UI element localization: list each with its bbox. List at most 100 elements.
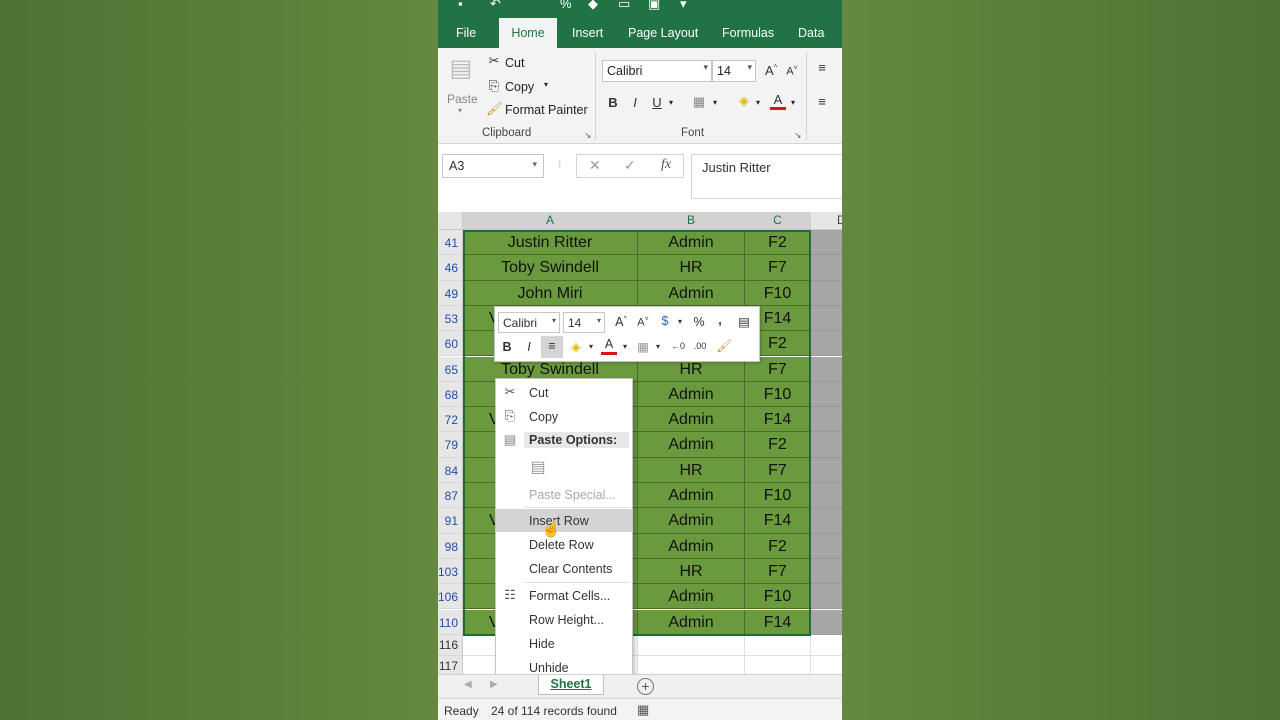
align-top-icon[interactable]: ≡	[814, 60, 830, 75]
menu-item-row-height[interactable]: Row Height...	[496, 608, 632, 631]
save-icon[interactable]: ▪	[458, 0, 463, 11]
cell-floor[interactable]	[745, 634, 811, 656]
cell-floor[interactable]: F7	[745, 558, 811, 585]
paste-icon[interactable]: ▤	[448, 54, 474, 86]
cell-floor[interactable]: F7	[745, 255, 811, 281]
insert-function-icon[interactable]: fx	[661, 157, 671, 173]
cell-d[interactable]	[811, 584, 842, 610]
copy-button[interactable]: Copy	[505, 80, 534, 94]
format-painter-button[interactable]: Format Painter	[505, 103, 588, 117]
mini-center-align-icon[interactable]: ≡	[541, 336, 563, 358]
paste-dropdown-icon[interactable]: ▾	[458, 106, 462, 115]
mini-fill-dropdown-icon[interactable]: ▾	[587, 342, 595, 351]
menu-item-clear-contents[interactable]: Clear Contents	[496, 557, 632, 580]
mini-font-select[interactable]: Calibri ▾	[498, 312, 560, 333]
bold-button[interactable]: B	[606, 95, 620, 110]
cell-name[interactable]: Toby Swindell	[463, 255, 638, 281]
mini-font-color-dropdown-icon[interactable]: ▾	[621, 342, 629, 351]
row-number[interactable]: 87	[438, 483, 463, 509]
cell-floor[interactable]: F14	[745, 609, 811, 635]
table-row[interactable]: 49 John Miri Admin F10	[438, 280, 842, 306]
align-left-icon[interactable]: ≡	[814, 94, 830, 109]
column-header-b[interactable]: B	[638, 212, 745, 230]
row-number[interactable]: 49	[438, 280, 463, 306]
row-number[interactable]: 106	[438, 584, 463, 610]
mini-size-select[interactable]: 14 ▾	[563, 312, 605, 333]
tab-formulas[interactable]: Formulas	[712, 18, 784, 48]
mini-borders-dropdown-icon[interactable]: ▾	[654, 342, 662, 351]
cell-department[interactable]	[638, 634, 745, 656]
macro-record-icon[interactable]: ▦	[637, 702, 649, 718]
cell-d[interactable]	[811, 381, 842, 408]
cell-department[interactable]: Admin	[638, 280, 745, 306]
cell-floor[interactable]: F10	[745, 584, 811, 610]
row-number[interactable]: 110	[438, 609, 463, 635]
font-color-icon[interactable]: A	[770, 93, 786, 110]
enter-entry-icon[interactable]: ✓	[624, 157, 636, 174]
cell-d[interactable]	[811, 280, 842, 306]
row-number[interactable]: 79	[438, 432, 463, 458]
tag-icon[interactable]: ◆	[588, 0, 598, 12]
add-sheet-icon[interactable]: +	[637, 678, 654, 695]
row-number[interactable]: 60	[438, 331, 463, 357]
cell-d[interactable]	[811, 634, 842, 656]
paste-button[interactable]: Paste	[447, 92, 478, 106]
fill-color-dropdown-icon[interactable]: ▾	[756, 98, 760, 107]
cell-floor[interactable]: F2	[745, 230, 811, 256]
tab-home[interactable]: Home	[499, 18, 557, 48]
menu-item-delete-row[interactable]: Delete Row	[496, 533, 632, 556]
cell-d[interactable]	[811, 432, 842, 458]
cell-floor[interactable]: F14	[745, 407, 811, 433]
cell-d[interactable]	[811, 508, 842, 534]
cell-floor[interactable]: F2	[745, 432, 811, 458]
row-number[interactable]: 91	[438, 508, 463, 534]
mini-percent-button[interactable]: %	[691, 315, 707, 329]
tab-page-layout[interactable]: Page Layout	[618, 18, 708, 48]
customize-dropdown-icon[interactable]: ▾	[680, 0, 687, 12]
cancel-entry-icon[interactable]: ✕	[589, 157, 601, 174]
cell-d[interactable]	[811, 533, 842, 559]
column-header-a[interactable]: A	[463, 212, 638, 230]
font-family-select[interactable]: Calibri ▾	[602, 60, 712, 82]
preview-icon[interactable]: ▣	[648, 0, 660, 12]
sheet-next-icon[interactable]: ▶	[490, 679, 498, 690]
font-size-select[interactable]: 14 ▾	[712, 60, 756, 82]
name-box[interactable]: A3 ▾	[442, 154, 544, 178]
cell-d[interactable]	[811, 305, 842, 332]
cell-name[interactable]: Justin Ritter	[463, 230, 638, 256]
cell-department[interactable]: Admin	[638, 584, 745, 610]
cell-department[interactable]: Admin	[638, 381, 745, 408]
row-number[interactable]: 98	[438, 533, 463, 559]
cell-department[interactable]: Admin	[638, 508, 745, 534]
cell-d[interactable]	[811, 356, 842, 382]
font-launcher-icon[interactable]: ↘	[794, 130, 802, 141]
mini-font-color-icon[interactable]: A	[601, 337, 617, 355]
sheet-prev-icon[interactable]: ◀	[464, 679, 472, 690]
cell-department[interactable]: HR	[638, 457, 745, 483]
percent-icon[interactable]: %	[560, 0, 572, 11]
row-number[interactable]: 53	[438, 305, 463, 332]
borders-icon[interactable]: ▦	[691, 94, 707, 110]
row-number[interactable]: 103	[438, 558, 463, 585]
cell-d[interactable]	[811, 483, 842, 509]
mini-format-painter-icon[interactable]: 🖌	[715, 339, 733, 354]
cell-d[interactable]	[811, 558, 842, 585]
row-number[interactable]: 46	[438, 255, 463, 281]
mini-decrease-font-icon[interactable]: A˅	[635, 316, 651, 329]
cell-d[interactable]	[811, 609, 842, 635]
cell-department[interactable]: Admin	[638, 407, 745, 433]
form-icon[interactable]: ▭	[618, 0, 630, 12]
table-row[interactable]: 41 Justin Ritter Admin F2	[438, 230, 842, 256]
menu-item-paste-special[interactable]: Paste Special...	[496, 483, 632, 506]
column-header-d[interactable]: D	[811, 212, 842, 230]
cell-floor[interactable]: F10	[745, 483, 811, 509]
cell-department[interactable]: HR	[638, 255, 745, 281]
menu-item-format-cells[interactable]: ☷ Format Cells...	[496, 584, 632, 607]
cell-department[interactable]: HR	[638, 558, 745, 585]
row-number[interactable]: 41	[438, 230, 463, 256]
cell-department[interactable]: Admin	[638, 483, 745, 509]
cut-button[interactable]: Cut	[505, 56, 524, 70]
mini-fill-color-icon[interactable]: ◈	[568, 339, 584, 354]
cell-d[interactable]	[811, 255, 842, 281]
cell-d[interactable]	[811, 331, 842, 357]
